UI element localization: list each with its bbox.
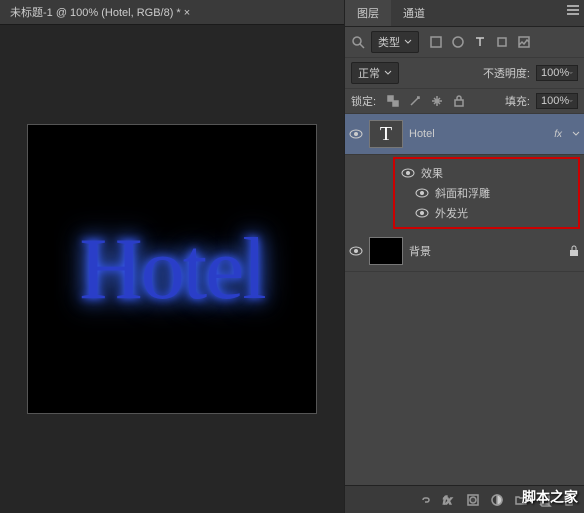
fx-icon[interactable]: fx xyxy=(442,493,456,507)
effect-label: 斜面和浮雕 xyxy=(435,185,490,201)
filter-shape-icon[interactable] xyxy=(495,35,509,49)
tab-layers[interactable]: 图层 xyxy=(345,0,391,26)
fill-label: 填充: xyxy=(505,93,530,109)
layer-name[interactable]: Hotel xyxy=(409,128,548,140)
effect-outer-glow[interactable]: 外发光 xyxy=(401,203,572,223)
filter-type-dropdown[interactable]: 类型 xyxy=(371,31,419,53)
link-icon[interactable] xyxy=(418,493,432,507)
fx-badge[interactable]: fx xyxy=(554,129,562,140)
visibility-icon[interactable] xyxy=(415,206,429,220)
lock-icon xyxy=(568,245,580,257)
watermark: 脚本之家 xyxy=(522,487,578,507)
panels-sidebar: 图层 通道 类型 正常 不透明度: xyxy=(344,0,584,513)
blend-mode-value: 正常 xyxy=(358,65,380,81)
mask-icon[interactable] xyxy=(466,493,480,507)
chevron-down-icon xyxy=(384,69,392,77)
chevron-down-icon[interactable] xyxy=(572,131,580,137)
chevron-down-icon xyxy=(569,70,573,76)
layer-thumbnail[interactable] xyxy=(369,237,403,265)
lock-all-icon[interactable] xyxy=(452,94,466,108)
filter-type-icon[interactable] xyxy=(473,35,487,49)
layer-name[interactable]: 背景 xyxy=(409,243,562,259)
filter-smart-icon[interactable] xyxy=(517,35,531,49)
effect-bevel[interactable]: 斜面和浮雕 xyxy=(401,183,572,203)
chevron-down-icon xyxy=(569,98,573,104)
blend-mode-dropdown[interactable]: 正常 xyxy=(351,62,399,84)
visibility-icon[interactable] xyxy=(349,244,363,258)
lock-label: 锁定: xyxy=(351,93,376,109)
effects-label: 效果 xyxy=(421,165,443,181)
canvas-text: Hotel xyxy=(79,219,265,320)
effects-row[interactable]: 效果 xyxy=(401,163,572,183)
adjustment-icon[interactable] xyxy=(490,493,504,507)
lock-position-icon[interactable] xyxy=(430,94,444,108)
effect-label: 外发光 xyxy=(435,205,468,221)
filter-adjustment-icon[interactable] xyxy=(451,35,465,49)
effects-highlight: 效果 斜面和浮雕 外发光 xyxy=(393,157,580,229)
layer-background[interactable]: 背景 xyxy=(345,231,584,272)
filter-type-label: 类型 xyxy=(378,34,400,50)
lock-pixels-icon[interactable] xyxy=(408,94,422,108)
tab-channels[interactable]: 通道 xyxy=(391,0,437,26)
visibility-icon[interactable] xyxy=(401,166,415,180)
chevron-down-icon xyxy=(404,38,412,46)
layer-text[interactable]: T Hotel fx xyxy=(345,114,584,155)
fill-input[interactable]: 100% xyxy=(536,93,578,109)
panel-menu-icon[interactable] xyxy=(566,4,580,16)
opacity-input[interactable]: 100% xyxy=(536,65,578,81)
filter-pixel-icon[interactable] xyxy=(429,35,443,49)
search-icon[interactable] xyxy=(351,35,365,49)
svg-text:fx: fx xyxy=(443,495,452,507)
document-tab[interactable]: 未标题-1 @ 100% (Hotel, RGB/8) * × xyxy=(0,0,344,25)
visibility-icon[interactable] xyxy=(415,186,429,200)
lock-transparency-icon[interactable] xyxy=(386,94,400,108)
layer-thumbnail[interactable]: T xyxy=(369,120,403,148)
visibility-icon[interactable] xyxy=(349,127,363,141)
opacity-label: 不透明度: xyxy=(483,65,530,81)
canvas[interactable]: Hotel xyxy=(27,124,317,414)
canvas-area[interactable]: Hotel xyxy=(0,25,344,513)
